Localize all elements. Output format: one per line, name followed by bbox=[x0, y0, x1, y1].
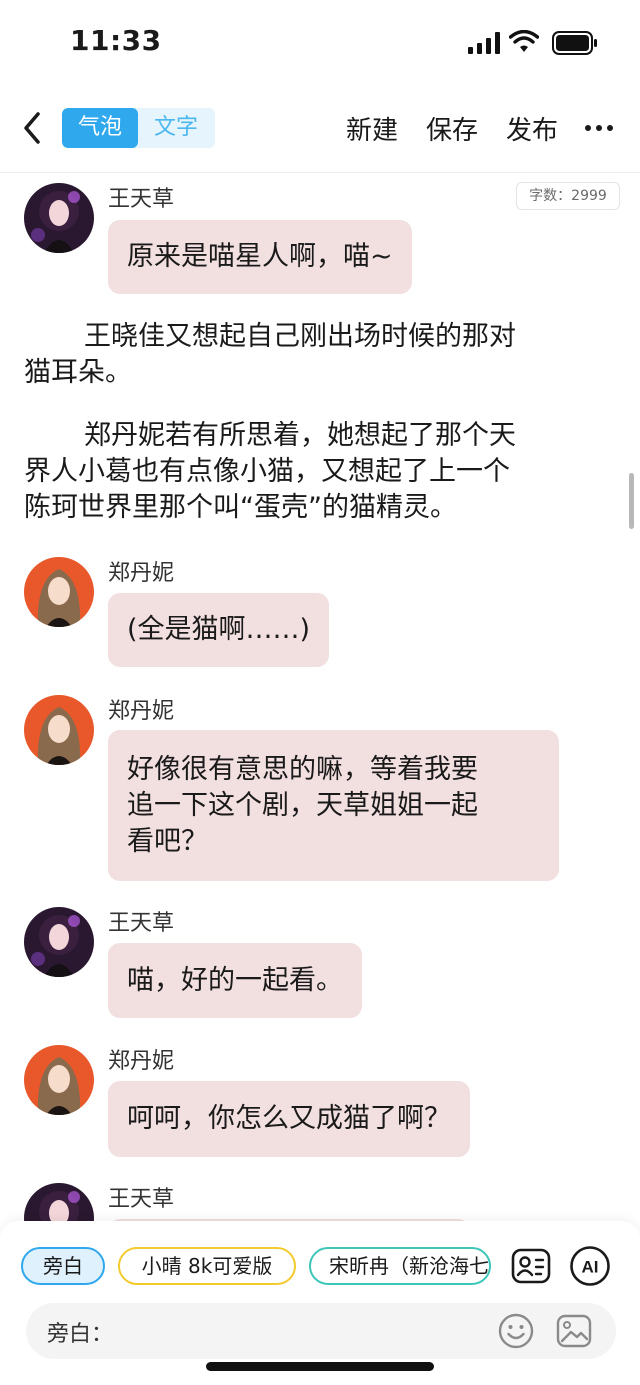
narration-line: 王晓佳又想起自己刚出场时候的那对 bbox=[84, 321, 516, 352]
mode-toggle: 气泡 文字 bbox=[62, 108, 215, 148]
role-chip-xiaoqing[interactable]: 小晴 8k可爱版 bbox=[118, 1247, 296, 1285]
avatar-wang-tiancao[interactable] bbox=[24, 183, 94, 253]
image-icon[interactable] bbox=[554, 1311, 594, 1351]
ai-assistant-icon[interactable]: AI bbox=[569, 1245, 611, 1287]
role-chip-song-xinran[interactable]: 宋昕冉（新沧海七 bbox=[309, 1247, 491, 1285]
narration-line: 猫耳朵。 bbox=[24, 357, 132, 388]
dialogue-bubble[interactable]: (全是猫啊……) bbox=[108, 593, 330, 667]
orange-girl-avatar-icon bbox=[24, 1045, 94, 1115]
avatar-zheng-danni[interactable] bbox=[24, 557, 94, 627]
screen: 11:33 气泡 文字 新建 保存 发布 王天草 原来是喵星人啊，喵~ 王晓佳又… bbox=[0, 0, 640, 1385]
avatar-zheng-danni[interactable] bbox=[24, 695, 94, 765]
bubble-line: 看吧？ bbox=[127, 825, 208, 857]
home-indicator[interactable] bbox=[206, 1362, 434, 1371]
narration-line: 陈珂世界里那个叫“蛋壳”的猫精灵。 bbox=[24, 492, 457, 523]
save-button[interactable]: 保存 bbox=[426, 110, 478, 147]
purple-girl-avatar-icon bbox=[24, 907, 94, 977]
story-content[interactable]: 王天草 原来是喵星人啊，喵~ 王晓佳又想起自己刚出场时候的那对 猫耳朵。 郑丹妮… bbox=[0, 173, 640, 1221]
avatar-zheng-danni[interactable] bbox=[24, 1045, 94, 1115]
status-bar: 11:33 bbox=[0, 0, 640, 88]
narration-line: 郑丹妮若有所思着，她想起了那个天 bbox=[84, 420, 516, 451]
narration-text[interactable]: 王晓佳又想起自己刚出场时候的那对 猫耳朵。 bbox=[24, 319, 604, 391]
svg-text:AI: AI bbox=[582, 1258, 599, 1277]
narration-text[interactable]: 郑丹妮若有所思着，她想起了那个天 界人小葛也有点像小猫，又想起了上一个 陈珂世界… bbox=[24, 418, 604, 526]
more-options-icon[interactable] bbox=[584, 124, 614, 132]
speaker-name: 王天草 bbox=[108, 911, 175, 936]
bubble-line: 好像很有意思的嘛，等着我要 bbox=[127, 753, 478, 785]
narration-line: 界人小葛也有点像小猫，又想起了上一个 bbox=[24, 456, 510, 487]
dialogue-bubble[interactable]: 好像很有意思的嘛，等着我要 追一下这个剧，天草姐姐一起 看吧？ bbox=[108, 730, 559, 881]
dialogue-input[interactable]: 旁白： bbox=[26, 1303, 616, 1359]
editor-header: 气泡 文字 新建 保存 发布 bbox=[0, 96, 640, 166]
cellular-signal-icon bbox=[468, 32, 500, 54]
back-arrow-icon[interactable] bbox=[18, 108, 48, 148]
role-chip-narration[interactable]: 旁白 bbox=[21, 1247, 105, 1285]
wifi-icon bbox=[509, 30, 539, 52]
speaker-name: 郑丹妮 bbox=[108, 561, 175, 586]
speaker-name: 郑丹妮 bbox=[108, 1049, 175, 1074]
speaker-name: 郑丹妮 bbox=[108, 699, 175, 724]
word-count-badge: 字数：2999 bbox=[516, 182, 620, 210]
input-role-label: 旁白： bbox=[47, 1322, 114, 1347]
status-time: 11:33 bbox=[70, 24, 162, 57]
publish-button[interactable]: 发布 bbox=[506, 110, 558, 147]
role-list-icon[interactable] bbox=[510, 1245, 552, 1287]
emoji-icon[interactable] bbox=[496, 1311, 536, 1351]
dialogue-bubble[interactable]: 呵呵，你怎么又成猫了啊？ bbox=[108, 1081, 470, 1157]
dialogue-bubble[interactable]: 喵，好的一起看。 bbox=[108, 943, 362, 1018]
orange-girl-avatar-icon bbox=[24, 695, 94, 765]
purple-girl-avatar-icon bbox=[24, 1183, 94, 1221]
composer-panel: 旁白 小晴 8k可爱版 宋昕冉（新沧海七 AI 旁白： bbox=[0, 1221, 640, 1385]
new-button[interactable]: 新建 bbox=[346, 110, 398, 147]
dialogue-bubble[interactable]: 原来是喵星人啊，喵~ bbox=[108, 220, 412, 294]
avatar-wang-tiancao[interactable] bbox=[24, 907, 94, 977]
purple-girl-avatar-icon bbox=[24, 183, 94, 253]
bubble-line: 追一下这个剧，天草姐姐一起 bbox=[127, 789, 478, 821]
tab-bubble[interactable]: 气泡 bbox=[62, 108, 138, 148]
speaker-name: 王天草 bbox=[108, 187, 175, 212]
avatar-wang-tiancao[interactable] bbox=[24, 1183, 94, 1221]
speaker-name: 王天草 bbox=[108, 1187, 175, 1212]
tab-text[interactable]: 文字 bbox=[138, 108, 214, 148]
battery-icon bbox=[552, 31, 597, 55]
scrollbar-thumb[interactable] bbox=[629, 473, 634, 529]
orange-girl-avatar-icon bbox=[24, 557, 94, 627]
